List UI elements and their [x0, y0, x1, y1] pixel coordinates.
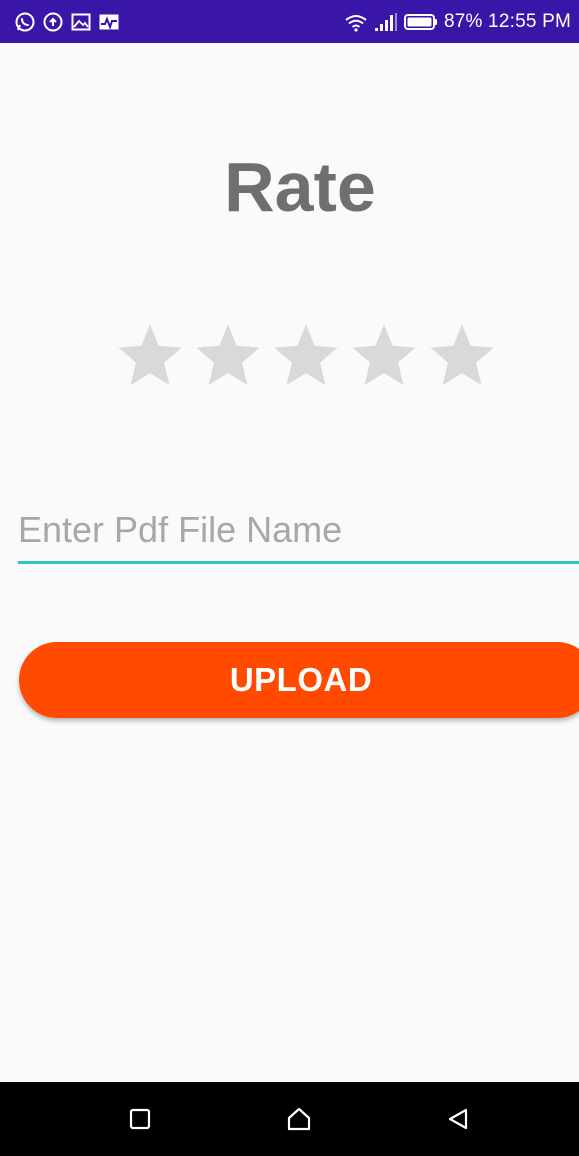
page-title: Rate: [224, 148, 376, 226]
pdf-file-name-input[interactable]: [18, 504, 579, 564]
image-icon: [70, 11, 92, 33]
cloud-upload-icon: [42, 11, 64, 33]
app-screen: 87% 12:55 PM Rate UPLOAD: [0, 0, 579, 1156]
whatsapp-icon: [14, 11, 36, 33]
home-icon: [286, 1106, 312, 1132]
signal-icon: [374, 11, 398, 33]
star-icon[interactable]: [346, 320, 422, 392]
battery-icon: [403, 12, 438, 32]
activity-icon: [98, 11, 120, 33]
status-bar: 87% 12:55 PM: [0, 0, 579, 43]
star-icon[interactable]: [112, 320, 188, 392]
upload-button[interactable]: UPLOAD: [19, 642, 579, 718]
notification-icons: [14, 11, 120, 33]
recent-apps-button[interactable]: [110, 1082, 170, 1156]
star-icon[interactable]: [268, 320, 344, 392]
star-icon[interactable]: [190, 320, 266, 392]
rating-bar[interactable]: [112, 320, 500, 392]
system-status: 87% 12:55 PM: [344, 11, 571, 33]
star-icon[interactable]: [424, 320, 500, 392]
navigation-bar: [0, 1082, 579, 1156]
battery-time-text: 87% 12:55 PM: [443, 10, 571, 32]
back-icon: [446, 1107, 470, 1131]
recent-apps-icon: [128, 1107, 152, 1131]
home-button[interactable]: [269, 1082, 329, 1156]
back-button[interactable]: [428, 1082, 488, 1156]
wifi-icon: [344, 11, 368, 33]
